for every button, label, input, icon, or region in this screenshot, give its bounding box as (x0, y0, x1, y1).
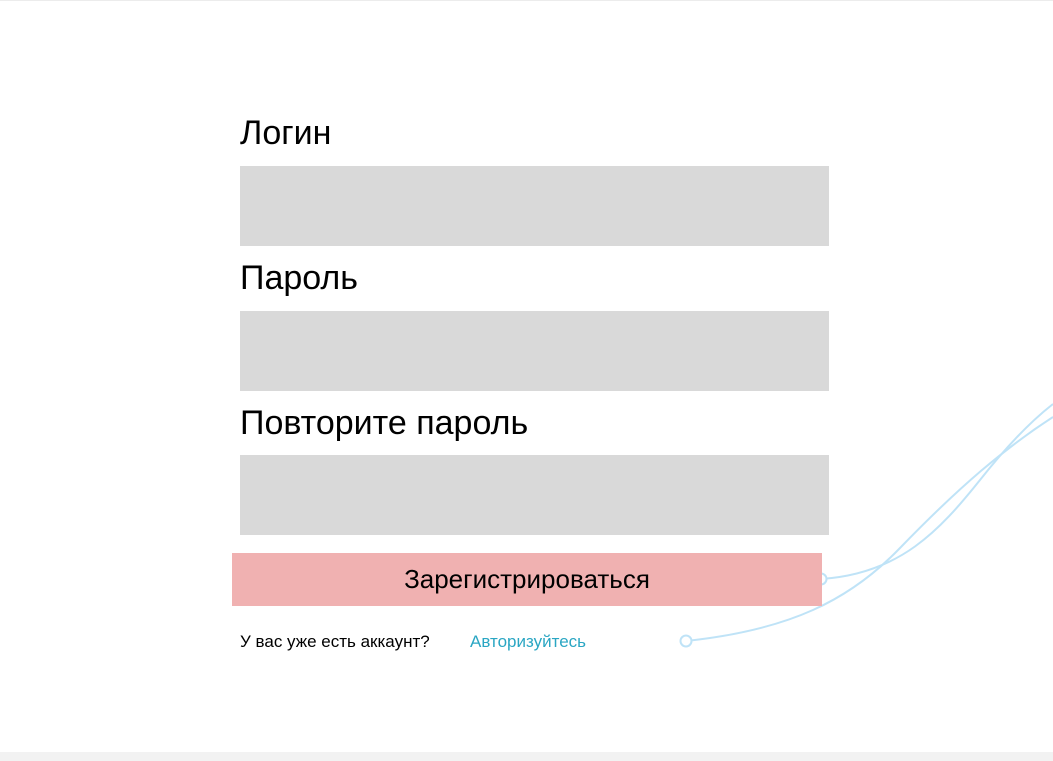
password-label: Пароль (240, 259, 358, 297)
login-input[interactable] (240, 166, 829, 246)
register-button[interactable]: Зарегистрироваться (232, 553, 822, 606)
decor-curve-upper (820, 403, 1053, 580)
decor-node-left (679, 634, 693, 648)
password-input[interactable] (240, 311, 829, 391)
login-link[interactable]: Авторизуйтесь (470, 631, 586, 653)
login-label: Логин (240, 114, 332, 152)
repeat-password-input[interactable] (240, 455, 829, 535)
account-question-text: У вас уже есть аккаунт? (240, 632, 430, 651)
repeat-password-label: Повторите пароль (240, 404, 529, 442)
bottom-band (0, 752, 1053, 761)
top-border (0, 0, 1053, 1)
